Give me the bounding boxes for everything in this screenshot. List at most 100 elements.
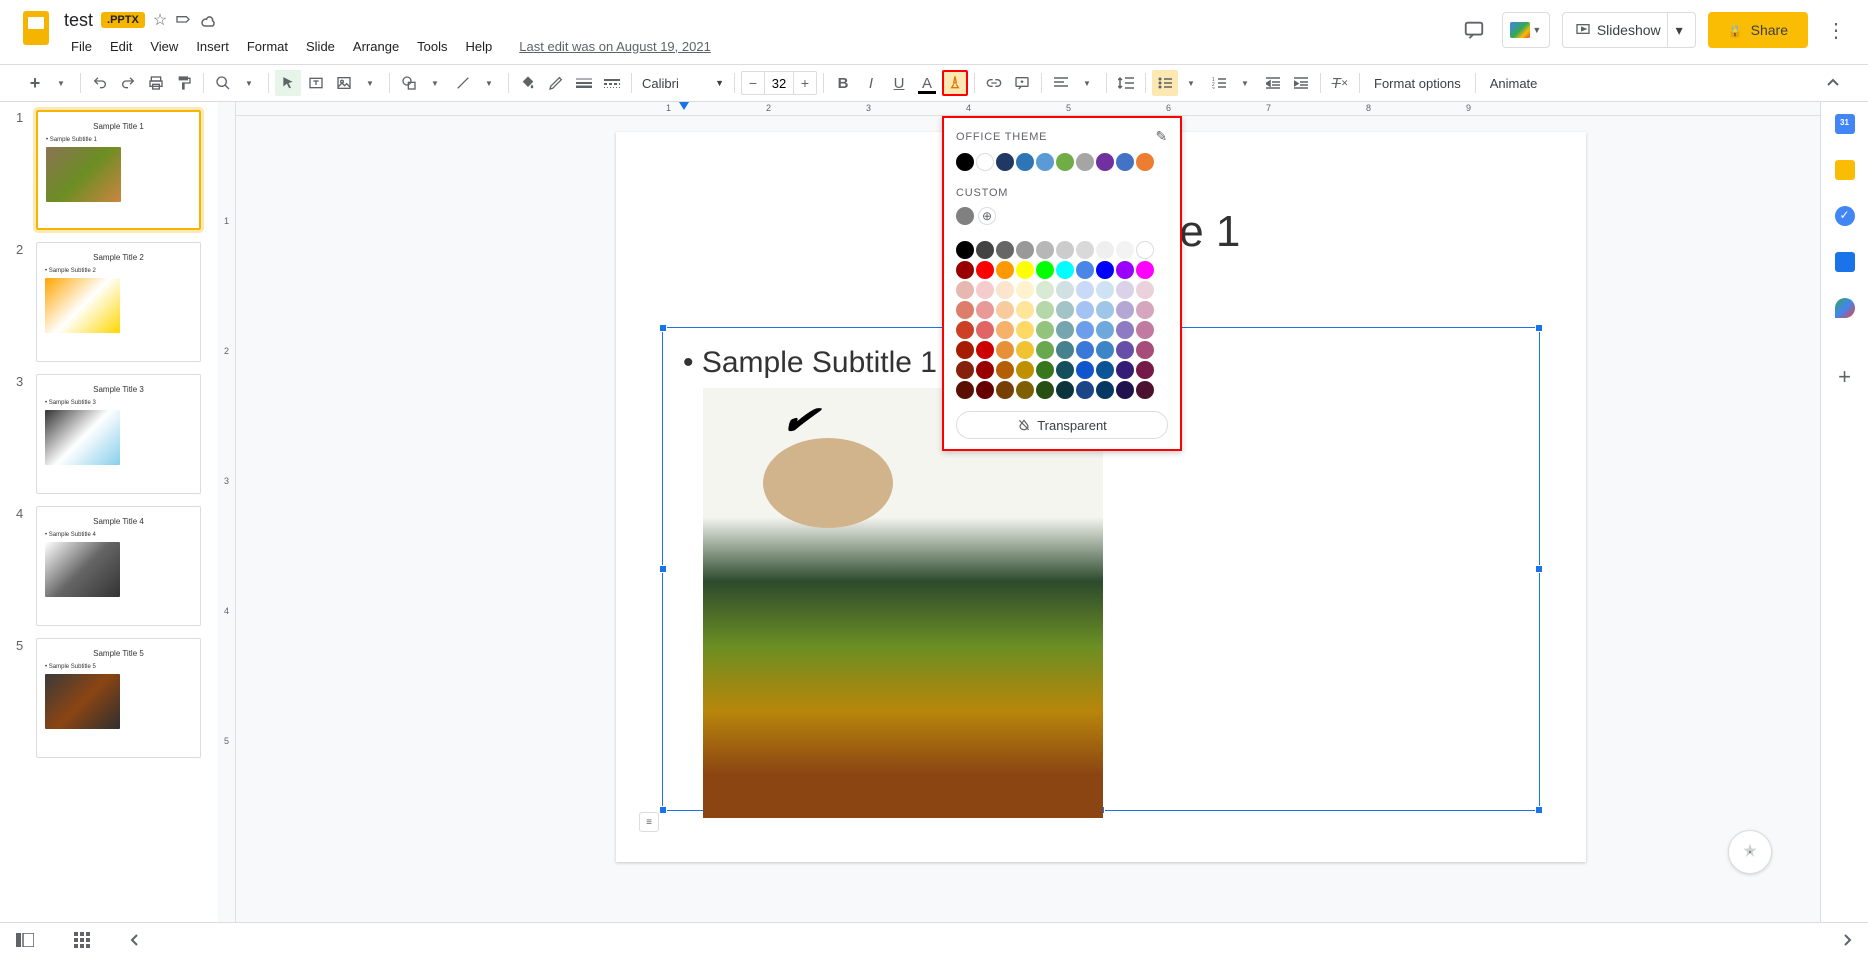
textbox-options-icon[interactable]: ≡ — [639, 812, 659, 832]
palette-color-swatch[interactable] — [956, 381, 974, 399]
new-slide-button[interactable]: + — [22, 70, 48, 96]
palette-color-swatch[interactable] — [956, 301, 974, 319]
star-icon[interactable]: ☆ — [153, 10, 167, 30]
numbered-list-dropdown[interactable]: ▼ — [1232, 70, 1258, 96]
palette-color-swatch[interactable] — [1056, 281, 1074, 299]
font-size-decrease[interactable]: − — [742, 75, 764, 91]
underline-button[interactable]: U — [886, 70, 912, 96]
textbox-tool[interactable] — [303, 70, 329, 96]
palette-color-swatch[interactable] — [1016, 281, 1034, 299]
palette-color-swatch[interactable] — [1076, 301, 1094, 319]
border-weight-button[interactable] — [571, 70, 597, 96]
palette-color-swatch[interactable] — [1016, 321, 1034, 339]
palette-color-swatch[interactable] — [1076, 321, 1094, 339]
palette-color-swatch[interactable] — [956, 281, 974, 299]
last-edit-link[interactable]: Last edit was on August 19, 2021 — [519, 39, 711, 54]
palette-color-swatch[interactable] — [1016, 241, 1034, 259]
palette-color-swatch[interactable] — [976, 381, 994, 399]
palette-color-swatch[interactable] — [996, 361, 1014, 379]
palette-color-swatch[interactable] — [1076, 341, 1094, 359]
palette-color-swatch[interactable] — [1036, 281, 1054, 299]
decrease-indent-button[interactable] — [1260, 70, 1286, 96]
increase-indent-button[interactable] — [1288, 70, 1314, 96]
share-button[interactable]: Share — [1708, 12, 1808, 48]
palette-color-swatch[interactable] — [1016, 361, 1034, 379]
select-tool[interactable] — [275, 70, 301, 96]
clear-formatting-button[interactable]: T✕ — [1327, 70, 1353, 96]
palette-color-swatch[interactable] — [1076, 261, 1094, 279]
slide-thumb-3[interactable]: 3 Sample Title 3 • Sample Subtitle 3 — [16, 374, 210, 494]
palette-color-swatch[interactable] — [1036, 361, 1054, 379]
palette-color-swatch[interactable] — [1116, 241, 1134, 259]
border-color-button[interactable] — [543, 70, 569, 96]
align-dropdown[interactable]: ▼ — [1074, 70, 1100, 96]
palette-color-swatch[interactable] — [996, 241, 1014, 259]
line-spacing-button[interactable] — [1113, 70, 1139, 96]
slideshow-button[interactable]: Slideshow ▾ — [1562, 12, 1696, 48]
image-tool[interactable] — [331, 70, 357, 96]
menu-file[interactable]: File — [64, 35, 99, 58]
transparent-button[interactable]: Transparent — [956, 411, 1168, 439]
palette-color-swatch[interactable] — [1136, 261, 1154, 279]
maps-icon[interactable] — [1835, 298, 1855, 318]
zoom-dropdown[interactable]: ▼ — [236, 70, 262, 96]
palette-color-swatch[interactable] — [1096, 301, 1114, 319]
move-icon[interactable] — [175, 12, 191, 28]
palette-color-swatch[interactable] — [1136, 341, 1154, 359]
shape-tool[interactable] — [396, 70, 422, 96]
palette-color-swatch[interactable] — [1136, 241, 1154, 259]
ruler-indent-marker[interactable] — [679, 102, 689, 112]
palette-color-swatch[interactable] — [1056, 241, 1074, 259]
palette-color-swatch[interactable] — [976, 301, 994, 319]
resize-handle-tl[interactable] — [659, 324, 667, 332]
resize-handle-bl[interactable] — [659, 806, 667, 814]
text-color-button[interactable]: A — [914, 70, 940, 96]
app-logo[interactable] — [16, 8, 56, 48]
palette-color-swatch[interactable] — [976, 241, 994, 259]
filmstrip-view-icon[interactable] — [16, 933, 34, 947]
format-options-button[interactable]: Format options — [1366, 76, 1469, 91]
theme-color-swatch[interactable] — [1116, 153, 1134, 171]
fill-color-button[interactable] — [515, 70, 541, 96]
palette-color-swatch[interactable] — [1056, 381, 1074, 399]
palette-color-swatch[interactable] — [1016, 301, 1034, 319]
undo-button[interactable] — [87, 70, 113, 96]
hide-side-panel-icon[interactable] — [1842, 933, 1852, 947]
palette-color-swatch[interactable] — [1036, 301, 1054, 319]
palette-color-swatch[interactable] — [1036, 261, 1054, 279]
insert-link-button[interactable] — [981, 70, 1007, 96]
paint-format-button[interactable] — [171, 70, 197, 96]
resize-handle-mr[interactable] — [1535, 565, 1543, 573]
align-button[interactable] — [1048, 70, 1074, 96]
palette-color-swatch[interactable] — [956, 241, 974, 259]
insert-comment-button[interactable] — [1009, 70, 1035, 96]
line-dropdown[interactable]: ▼ — [476, 70, 502, 96]
menu-slide[interactable]: Slide — [299, 35, 342, 58]
palette-color-swatch[interactable] — [1096, 261, 1114, 279]
slide-thumb-2[interactable]: 2 Sample Title 2 • Sample Subtitle 2 — [16, 242, 210, 362]
theme-color-swatch[interactable] — [976, 153, 994, 171]
account-icon[interactable]: ⋮ — [1820, 14, 1852, 46]
grid-view-icon[interactable] — [74, 932, 90, 948]
border-dash-button[interactable] — [599, 70, 625, 96]
palette-color-swatch[interactable] — [996, 281, 1014, 299]
palette-color-swatch[interactable] — [1056, 261, 1074, 279]
resize-handle-ml[interactable] — [659, 565, 667, 573]
highlight-color-button[interactable] — [942, 70, 968, 96]
font-size-increase[interactable]: + — [794, 75, 816, 91]
menu-format[interactable]: Format — [240, 35, 295, 58]
theme-color-swatch[interactable] — [1016, 153, 1034, 171]
palette-color-swatch[interactable] — [1136, 321, 1154, 339]
palette-color-swatch[interactable] — [1116, 341, 1134, 359]
slide-thumb-4[interactable]: 4 Sample Title 4 • Sample Subtitle 4 — [16, 506, 210, 626]
palette-color-swatch[interactable] — [956, 361, 974, 379]
theme-color-swatch[interactable] — [1076, 153, 1094, 171]
menu-help[interactable]: Help — [459, 35, 500, 58]
add-addon-button[interactable]: + — [1838, 364, 1851, 390]
palette-color-swatch[interactable] — [956, 261, 974, 279]
italic-button[interactable]: I — [858, 70, 884, 96]
custom-color-swatch[interactable] — [956, 207, 974, 225]
resize-handle-tr[interactable] — [1535, 324, 1543, 332]
palette-color-swatch[interactable] — [1136, 281, 1154, 299]
palette-color-swatch[interactable] — [1036, 381, 1054, 399]
